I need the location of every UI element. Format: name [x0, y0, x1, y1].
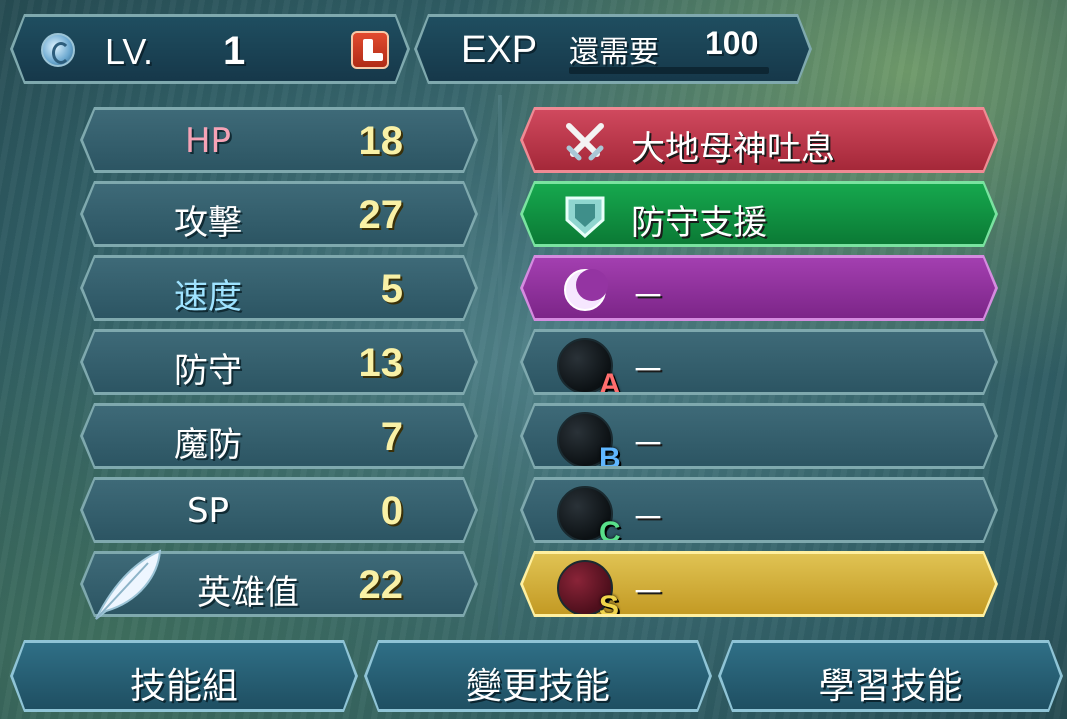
skill-assist[interactable]: 防守支援 [520, 181, 998, 247]
slot-letter-b: B [599, 442, 621, 475]
skill-slot-a[interactable]: A － [520, 329, 998, 395]
level-label: LV. [105, 31, 154, 72]
level-value: 1 [223, 29, 246, 73]
stat-label: 防守 [174, 351, 242, 391]
skill-name: 大地母神吐息 [631, 129, 835, 169]
skill-name: 防守支援 [631, 203, 767, 243]
skill-name: － [631, 573, 665, 613]
crescent-moon-icon [561, 266, 609, 314]
learn-skill-button[interactable]: 學習技能 [718, 640, 1063, 712]
stat-value: 22 [358, 563, 403, 607]
skill-name: － [631, 277, 665, 317]
slot-letter-c: C [599, 516, 621, 549]
level-bar: LV. 1 [10, 14, 410, 84]
panel-divider [498, 95, 502, 635]
water-drop-icon [41, 33, 75, 67]
skill-special[interactable]: － [520, 255, 998, 321]
stat-row-speed: 速度 5 [80, 255, 478, 321]
stat-value: 27 [358, 193, 403, 237]
skill-slot-seal[interactable]: S － [520, 551, 998, 617]
stat-value: 13 [358, 341, 403, 385]
exp-need-label: 還需要 [569, 35, 659, 70]
stat-value: 7 [380, 415, 403, 459]
stat-row-resistance: 魔防 7 [80, 403, 478, 469]
stat-value: 18 [358, 119, 403, 163]
stat-value: 5 [380, 267, 403, 311]
stat-row-defense: 防守 13 [80, 329, 478, 395]
slot-letter-a: A [599, 368, 621, 401]
stat-label: SP [186, 491, 230, 531]
stat-label: HP [184, 121, 232, 161]
crossed-swords-icon [561, 118, 609, 166]
stat-row-attack: 攻擊 27 [80, 181, 478, 247]
change-skill-button[interactable]: 變更技能 [364, 640, 712, 712]
skill-weapon[interactable]: 大地母神吐息 [520, 107, 998, 173]
stat-row-sp: SP 0 [80, 477, 478, 543]
skill-slot-c[interactable]: C － [520, 477, 998, 543]
skill-name: － [631, 425, 665, 465]
stat-label: 攻擊 [174, 203, 242, 243]
exp-need-value: 100 [705, 25, 759, 61]
skill-slot-b[interactable]: B － [520, 403, 998, 469]
exp-bar: EXP 還需要 100 [414, 14, 812, 84]
exp-progress-track [569, 67, 769, 74]
boot-icon [351, 31, 389, 69]
shield-icon [561, 192, 609, 240]
stat-row-hp: HP 18 [80, 107, 478, 173]
slot-letter-s: S [599, 590, 620, 623]
skill-set-button[interactable]: 技能組 [10, 640, 358, 712]
skill-set-button-label: 技能組 [129, 666, 238, 707]
exp-label: EXP [461, 29, 538, 71]
stat-label: 速度 [174, 277, 242, 317]
feather-icon [95, 549, 162, 620]
change-skill-button-label: 變更技能 [465, 666, 610, 707]
stat-label: 魔防 [174, 425, 242, 465]
stat-value: 0 [380, 489, 403, 533]
skill-name: － [631, 351, 665, 391]
learn-skill-button-label: 學習技能 [818, 666, 963, 707]
skill-name: － [631, 499, 665, 539]
